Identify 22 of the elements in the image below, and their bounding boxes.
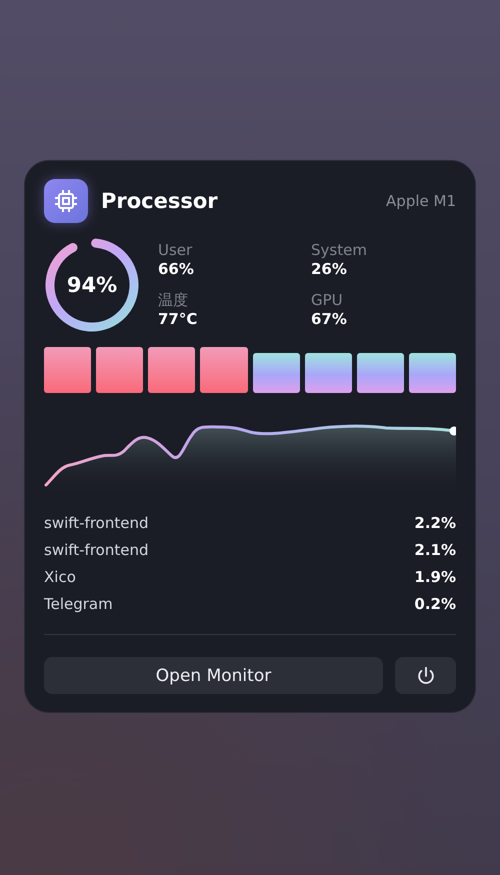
stat-label: GPU bbox=[311, 291, 344, 309]
usage-percent: 94% bbox=[66, 273, 118, 297]
process-usage: 0.2% bbox=[414, 594, 456, 615]
open-monitor-button[interactable]: Open Monitor bbox=[44, 657, 383, 694]
chip-name: Apple M1 bbox=[386, 192, 456, 210]
process-name: Telegram bbox=[44, 594, 113, 615]
widget-title: Processor bbox=[101, 189, 219, 213]
process-name: Xico bbox=[44, 567, 76, 588]
stat-label: System bbox=[311, 241, 368, 259]
stat-value: 67% bbox=[311, 309, 348, 329]
stat-value: 26% bbox=[311, 259, 348, 279]
process-name: swift-frontend bbox=[44, 513, 149, 534]
process-usage: 2.2% bbox=[414, 513, 456, 534]
process-name: swift-frontend bbox=[44, 540, 149, 561]
process-usage: 2.1% bbox=[414, 540, 456, 561]
process-usage: 1.9% bbox=[414, 567, 456, 588]
power-button[interactable] bbox=[395, 657, 456, 694]
stat-value: 66% bbox=[158, 259, 195, 279]
stat-label: 温度 bbox=[158, 291, 189, 309]
stat-value: 77°C bbox=[158, 309, 198, 329]
chip-icon bbox=[44, 179, 88, 223]
stat-label: User bbox=[158, 241, 194, 259]
